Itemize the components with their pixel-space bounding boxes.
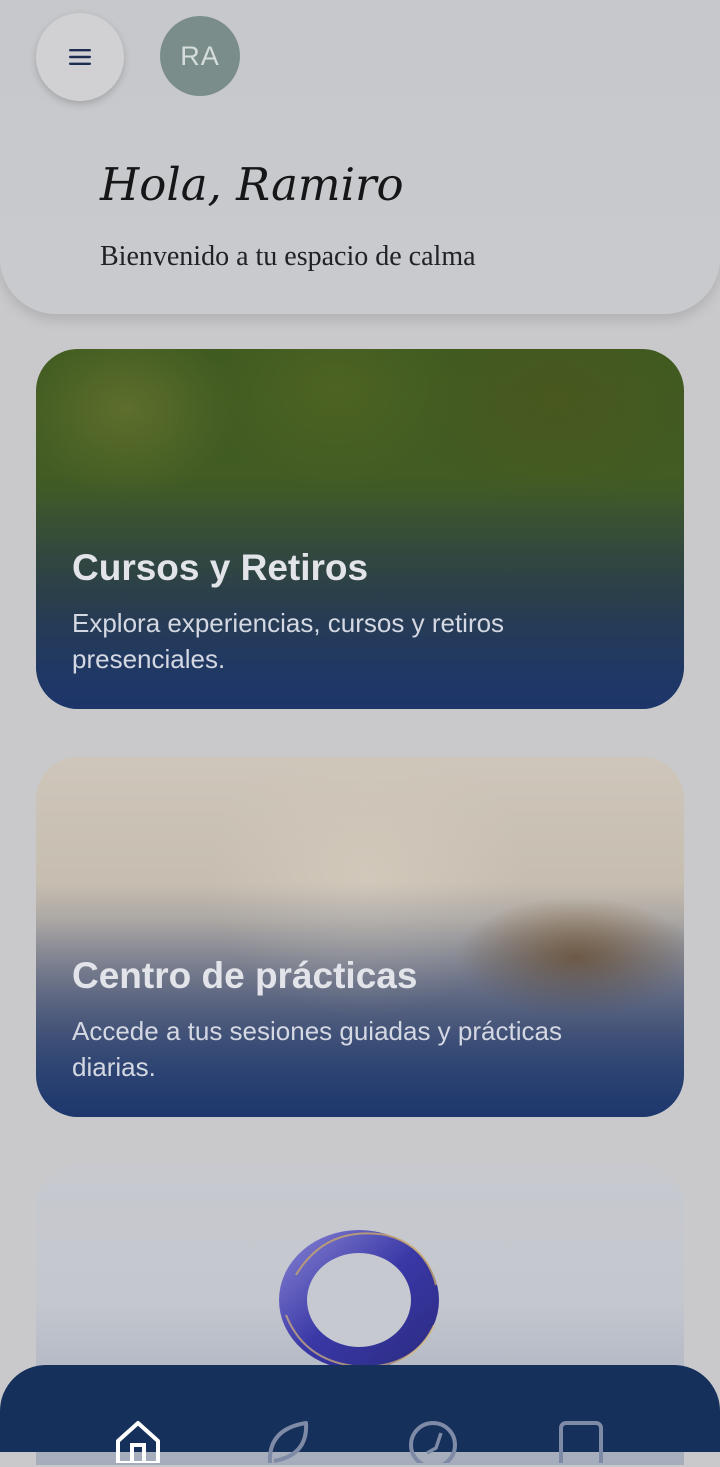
- card-title: Cursos y Retiros: [72, 547, 369, 588]
- header: RA Hola, Ramiro Bienvenido a tu espacio …: [0, 0, 720, 314]
- card-description: Accede a tus sesiones guiadas y práctica…: [72, 1016, 562, 1082]
- greeting-title: Hola, Ramiro: [100, 158, 404, 211]
- leaf-icon: [267, 1421, 309, 1464]
- tab-explore[interactable]: [405, 1415, 461, 1467]
- courses-retreats-card[interactable]: Cursos y Retiros Explora experiencias, c…: [36, 349, 684, 709]
- book-icon: [559, 1421, 603, 1467]
- tab-home[interactable]: [110, 1415, 166, 1465]
- menu-button[interactable]: [36, 13, 124, 101]
- practice-center-card[interactable]: Centro de prácticas Accede a tus sesione…: [36, 757, 684, 1117]
- hamburger-menu-icon: [69, 49, 91, 65]
- welcome-subtitle: Bienvenido a tu espacio de calma: [100, 241, 476, 272]
- avatar[interactable]: RA: [160, 16, 240, 96]
- tab-practices[interactable]: [258, 1415, 314, 1464]
- bottom-tab-bar: [0, 1365, 720, 1467]
- compass-icon: [409, 1421, 457, 1467]
- home-icon: [116, 1421, 160, 1465]
- tab-library[interactable]: [553, 1415, 609, 1467]
- card-description: Explora experiencias, cursos y retiros p…: [72, 608, 505, 674]
- orb-logo-icon: [279, 1230, 439, 1370]
- card-title: Centro de prácticas: [72, 955, 418, 996]
